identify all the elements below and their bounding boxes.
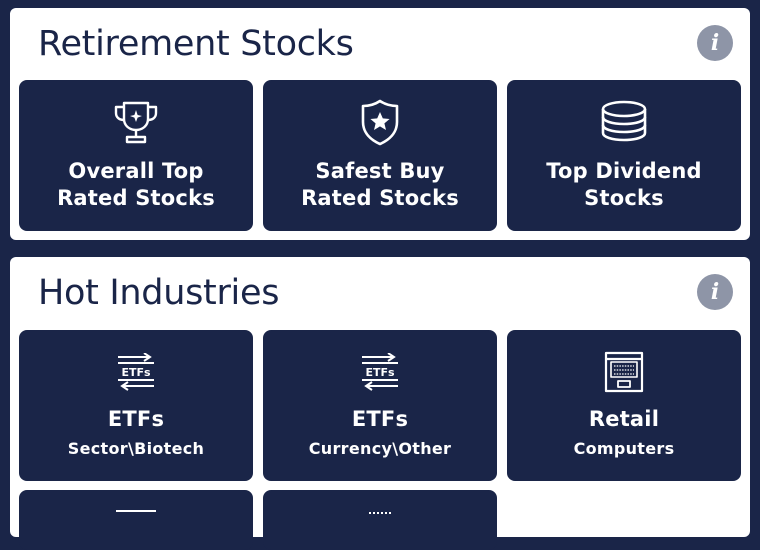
tile-label-line1: Safest Buy xyxy=(315,159,445,183)
laptop-icon xyxy=(603,348,645,396)
etf-icon-text: ETFs xyxy=(121,366,151,379)
tile-subtitle: Sector\Biotech xyxy=(67,439,205,458)
tile-label-line1: Top Dividend xyxy=(546,159,702,183)
tile-label-line1: Overall Top xyxy=(68,159,204,183)
tile-label-line2: Stocks xyxy=(584,186,664,210)
info-icon[interactable]: i xyxy=(697,25,733,61)
tile-subtitle: Currency\Other xyxy=(308,439,452,458)
industry-tile[interactable] xyxy=(263,490,497,550)
info-icon[interactable]: i xyxy=(697,274,733,310)
section-title: Retirement Stocks xyxy=(38,24,354,64)
industry-tile[interactable] xyxy=(19,490,253,550)
hot-industries-panel: Hot Industries i ETFs ETFs Sector\Biotec… xyxy=(10,257,750,550)
overall-top-rated-tile[interactable]: Overall Top Rated Stocks xyxy=(19,80,253,231)
etfs-sector-biotech-tile[interactable]: ETFs ETFs Sector\Biotech xyxy=(19,330,253,481)
tile-title: Retail xyxy=(588,407,660,431)
tile-label-line2: Rated Stocks xyxy=(301,186,459,210)
tile-subtitle: Computers xyxy=(573,439,675,458)
top-dividend-tile[interactable]: Top Dividend Stocks xyxy=(507,80,741,231)
etf-icon-text: ETFs xyxy=(365,366,395,379)
etf-exchange-icon: ETFs xyxy=(116,348,156,396)
tile-label-line2: Rated Stocks xyxy=(57,186,215,210)
shield-star-icon xyxy=(359,98,401,146)
industry-icon xyxy=(369,512,391,518)
retail-computers-tile[interactable]: Retail Computers xyxy=(507,330,741,481)
tile-title: ETFs xyxy=(107,407,165,431)
coin-stack-icon xyxy=(599,98,649,146)
etf-exchange-icon: ETFs xyxy=(360,348,400,396)
trophy-icon xyxy=(112,98,160,146)
safest-buy-rated-tile[interactable]: Safest Buy Rated Stocks xyxy=(263,80,497,231)
arrow-icon xyxy=(116,510,156,516)
section-title: Hot Industries xyxy=(38,273,280,313)
retirement-stocks-panel: Retirement Stocks i Overall Top Rated St… xyxy=(10,8,750,240)
etfs-currency-other-tile[interactable]: ETFs ETFs Currency\Other xyxy=(263,330,497,481)
tile-title: ETFs xyxy=(351,407,409,431)
